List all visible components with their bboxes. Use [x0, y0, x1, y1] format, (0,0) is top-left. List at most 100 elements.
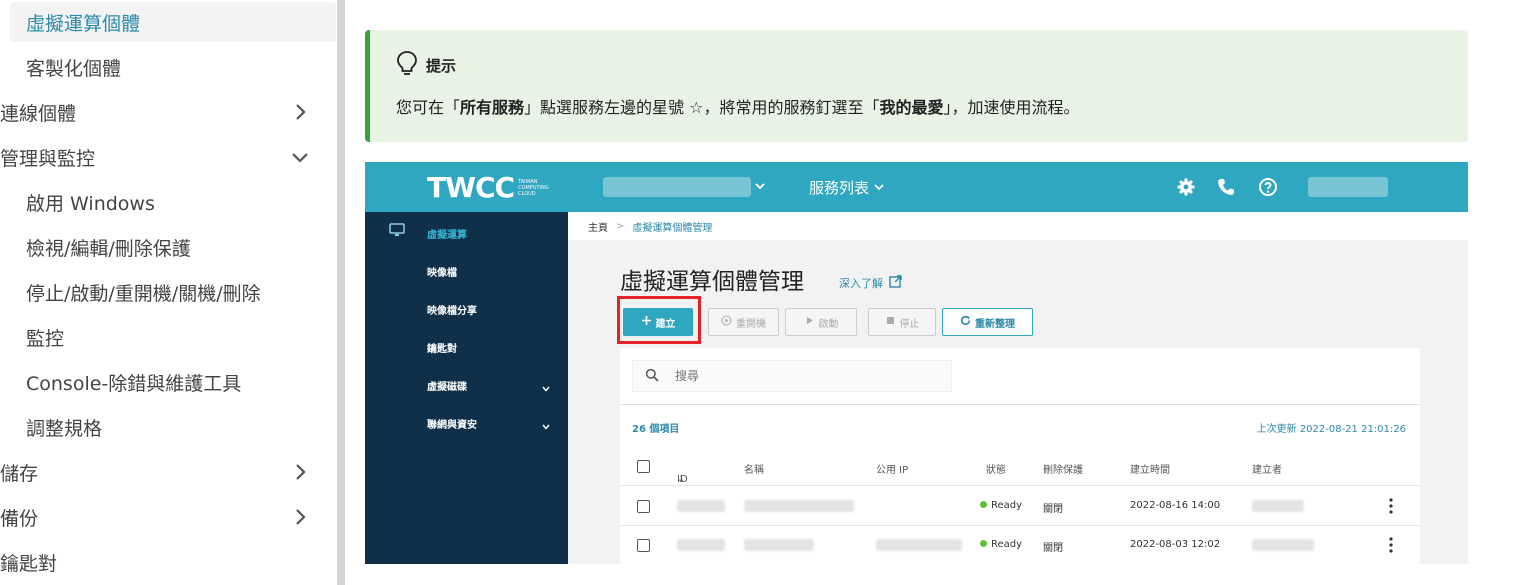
- doc-nav-label: 虛擬運算個體: [26, 12, 141, 35]
- refresh-button[interactable]: 重新整理: [942, 308, 1033, 336]
- play-circle-icon: [721, 315, 732, 329]
- portal-nav-keypair[interactable]: 鑰匙對: [427, 340, 457, 355]
- portal-nav-virtual-compute[interactable]: 虛擬運算: [427, 226, 467, 241]
- logo-word: TWCC: [427, 171, 515, 204]
- external-link-icon: [889, 275, 902, 291]
- more-vertical-icon[interactable]: [1388, 497, 1394, 515]
- instance-table-panel: 26 個項目 上次更新 2022-08-21 21:01:26 ID ↓ 名稱 …: [620, 348, 1420, 564]
- doc-nav-item-manage-monitor[interactable]: 管理與監控: [0, 137, 326, 177]
- refresh-icon: [960, 315, 971, 329]
- doc-nav-label: 監控: [26, 327, 65, 350]
- phone-icon[interactable]: [1216, 177, 1236, 197]
- doc-nav-label: 客製化個體: [26, 57, 122, 80]
- portal-screenshot: TWCC TAIWAN COMPUTING CLOUD 服務列表 虛擬運算 映像…: [365, 162, 1468, 564]
- column-public-ip[interactable]: 公用 IP: [876, 461, 908, 476]
- tip-bold-favorites: 我的最愛: [879, 98, 944, 117]
- doc-nav-item-connect-instance[interactable]: 連線個體: [0, 92, 326, 132]
- learn-more-link[interactable]: 深入了解: [839, 275, 902, 291]
- column-name[interactable]: 名稱: [744, 461, 764, 476]
- status-dot: [980, 539, 987, 547]
- column-status[interactable]: 狀態: [986, 461, 1006, 476]
- gear-icon[interactable]: [1176, 177, 1196, 197]
- breadcrumb-home[interactable]: 主頁: [588, 219, 608, 234]
- doc-nav-item-console[interactable]: Console-除錯與維護工具: [10, 362, 336, 402]
- doc-nav-item-monitor[interactable]: 監控: [10, 317, 336, 357]
- table-row[interactable]: Ready 關閉 2022-08-03 12:02: [620, 526, 1420, 564]
- doc-nav-label: 連線個體: [0, 102, 77, 125]
- blurred-public-ip: [876, 539, 962, 551]
- doc-nav-label: 備份: [0, 507, 39, 530]
- table-header: ID ↓ 名稱 公用 IP 狀態 刪除保護 建立時間 建立者: [620, 448, 1420, 486]
- doc-nav-item-keypair[interactable]: 鑰匙對: [0, 542, 326, 582]
- doc-nav-label: 管理與監控: [0, 147, 96, 170]
- doc-nav-label: 啟用 Windows: [26, 192, 155, 215]
- blurred-creator: [1252, 500, 1304, 512]
- doc-nav-item-virtual-compute[interactable]: 虛擬運算個體: [10, 2, 336, 42]
- panel-divider: [620, 404, 1420, 405]
- doc-nav-item-custom-instance[interactable]: 客製化個體: [10, 47, 336, 87]
- chevron-down-icon: [873, 179, 885, 197]
- more-vertical-icon[interactable]: [1388, 536, 1394, 554]
- doc-nav-item-view-edit-delete-protection[interactable]: 檢視/編輯/刪除保護: [10, 227, 336, 267]
- doc-nav-label: 鑰匙對: [0, 552, 58, 575]
- table-row[interactable]: Ready 關閉 2022-08-16 14:00: [620, 487, 1420, 526]
- breadcrumb: 主頁 > 虛擬運算個體管理: [568, 212, 1468, 240]
- services-menu-label: 服務列表: [809, 179, 870, 197]
- row-checkbox[interactable]: [637, 500, 650, 513]
- blurred-name: [744, 500, 854, 512]
- chevron-down-icon[interactable]: [753, 178, 767, 192]
- breadcrumb-current[interactable]: 虛擬運算個體管理: [632, 219, 712, 234]
- portal-topbar: TWCC TAIWAN COMPUTING CLOUD 服務列表: [365, 162, 1468, 212]
- refresh-button-label: 重新整理: [975, 318, 1015, 330]
- stop-icon: [885, 315, 896, 329]
- doc-nav-item-stop-start-reboot[interactable]: 停止/啟動/重開機/關機/刪除: [10, 272, 336, 312]
- doc-nav-item-resize[interactable]: 調整規格: [10, 407, 336, 447]
- breadcrumb-separator: >: [616, 220, 625, 232]
- twcc-logo[interactable]: TWCC TAIWAN COMPUTING CLOUD: [427, 171, 558, 204]
- portal-nav-image[interactable]: 映像檔: [427, 264, 457, 279]
- reboot-button[interactable]: 重開機: [708, 308, 779, 336]
- portal-nav-image-share[interactable]: 映像檔分享: [427, 302, 477, 317]
- blurred-creator: [1252, 539, 1314, 551]
- page-title: 虛擬運算個體管理: [620, 269, 804, 295]
- logo-subtitle: TAIWAN COMPUTING CLOUD: [518, 178, 549, 197]
- lightbulb-icon: [396, 50, 418, 80]
- play-icon: [804, 315, 815, 329]
- search-input[interactable]: [675, 369, 935, 383]
- status-label: Ready: [991, 500, 1023, 511]
- services-menu[interactable]: 服務列表: [809, 177, 885, 198]
- blurred-name: [744, 539, 814, 551]
- delete-protection-value: 關閉: [1043, 543, 1063, 554]
- tip-title: 提示: [426, 56, 457, 75]
- created-at-value: 2022-08-16 14:00: [1130, 500, 1221, 511]
- select-all-checkbox[interactable]: [637, 460, 650, 473]
- created-at-value: 2022-08-03 12:02: [1130, 539, 1221, 550]
- tip-header: 提示: [396, 50, 456, 80]
- start-button[interactable]: 啟動: [785, 308, 857, 336]
- stop-button-label: 停止: [899, 318, 920, 330]
- tip-text: 您可在「: [396, 98, 461, 117]
- chevron-down-icon: [290, 147, 310, 167]
- user-menu-blurred[interactable]: [1308, 177, 1388, 197]
- column-delete-protection[interactable]: 刪除保護: [1043, 461, 1083, 476]
- chevron-down-icon[interactable]: [541, 379, 551, 392]
- row-checkbox[interactable]: [637, 539, 650, 552]
- column-creator[interactable]: 建立者: [1252, 461, 1282, 476]
- sidebar-scrollbar[interactable]: [337, 0, 345, 585]
- status-label: Ready: [991, 539, 1023, 550]
- delete-protection-value: 關閉: [1043, 504, 1063, 515]
- doc-nav-item-enable-windows[interactable]: 啟用 Windows: [10, 182, 336, 222]
- tip-text: 」點選服務左邊的星號 ☆，將常用的服務釘選至「: [524, 98, 880, 117]
- doc-nav-item-backup[interactable]: 備份: [0, 497, 326, 537]
- search-box[interactable]: [632, 360, 952, 392]
- portal-nav-virtual-disk[interactable]: 虛擬磁碟: [427, 378, 467, 393]
- column-created-at[interactable]: 建立時間: [1130, 461, 1170, 476]
- chevron-down-icon[interactable]: [541, 417, 551, 430]
- portal-nav-network-security[interactable]: 聯網與資安: [427, 416, 477, 431]
- search-icon: [645, 367, 659, 386]
- doc-nav-item-storage[interactable]: 儲存: [0, 452, 326, 492]
- stop-button[interactable]: 停止: [868, 308, 936, 336]
- blurred-id: [677, 539, 725, 551]
- help-icon[interactable]: [1258, 177, 1278, 197]
- project-selector-blurred[interactable]: [603, 177, 751, 197]
